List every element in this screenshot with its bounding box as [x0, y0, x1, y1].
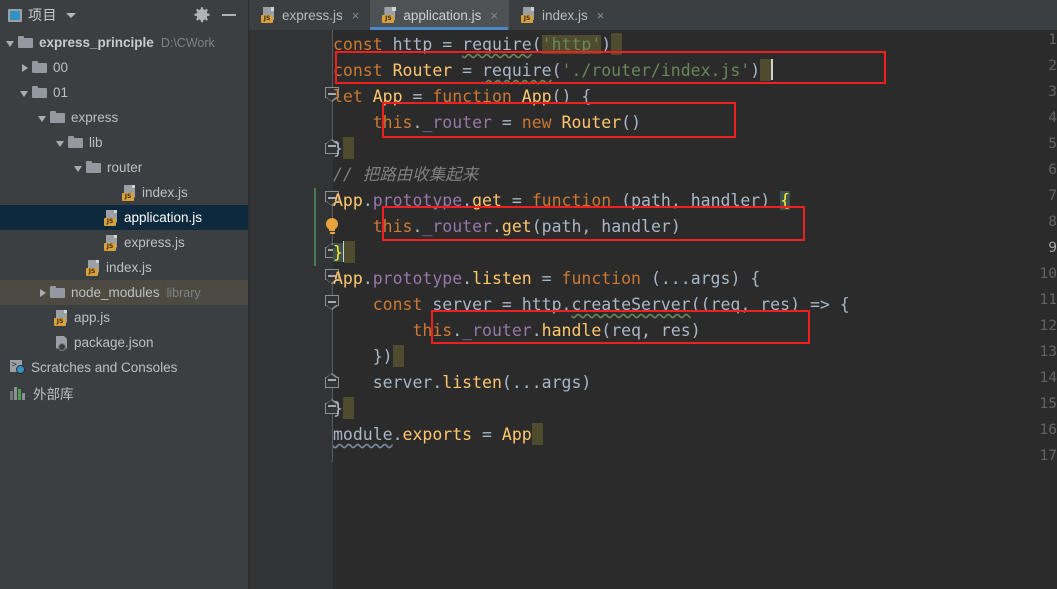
editor-tabs: JS express.js × JS application.js × JS i…: [248, 0, 1057, 30]
tab-label: index.js: [542, 7, 588, 23]
tab-label: application.js: [403, 7, 482, 23]
tree-item-node_modules[interactable]: node_modules library: [0, 280, 248, 305]
tree-item-label: 00: [53, 60, 69, 75]
tree-item-label: index.js: [142, 185, 188, 200]
scratches-icon: >_: [10, 360, 26, 375]
tab-application-js[interactable]: JS application.js ×: [370, 0, 510, 30]
tree-item-express[interactable]: express: [0, 105, 248, 130]
tree-item-label: express: [71, 110, 119, 125]
tree-item-label: 01: [53, 85, 69, 100]
code-editor[interactable]: 1 2 3 4 5 6 7 8 9 10 11 12 13 14 15 16 1…: [249, 30, 1057, 589]
code-line-11: const server = http.createServer((req, r…: [372, 295, 850, 314]
tab-express-js[interactable]: JS express.js ×: [249, 0, 370, 30]
folder-icon: [50, 286, 66, 299]
folder-icon: [50, 111, 66, 124]
js-file-icon: JS: [54, 309, 69, 326]
project-panel-title: 项目: [28, 7, 57, 23]
tab-index-js[interactable]: JS index.js ×: [509, 0, 615, 30]
code-line-8: this._router.get(path, handler): [372, 217, 681, 236]
tree-item-label: index.js: [106, 260, 152, 275]
tree-item-01[interactable]: 01: [0, 80, 248, 105]
code-line-16: module.exports = App: [333, 422, 1057, 448]
chevron-down-icon[interactable]: [18, 86, 32, 100]
editor-gutter[interactable]: [249, 30, 333, 589]
ide-window: 项目 JS express.js × JS application.js × J…: [0, 0, 1057, 589]
tree-item-lib[interactable]: lib: [0, 130, 248, 155]
tree-item-app-js[interactable]: JS app.js: [0, 305, 248, 330]
chevron-right-icon[interactable]: [18, 61, 32, 75]
code-line-3: let App = function App() {: [333, 87, 592, 106]
tree-item-label: application.js: [124, 210, 203, 225]
js-file-icon: JS: [104, 234, 119, 251]
code-line-10: App.prototype.listen = function (...args…: [333, 269, 761, 288]
tree-item-scratches-and-consoles[interactable]: >_ Scratches and Consoles: [0, 355, 248, 380]
js-file-icon: JS: [122, 184, 137, 201]
js-file-icon: JS: [86, 259, 101, 276]
tree-item-external-libraries[interactable]: 外部库: [0, 380, 248, 405]
js-file-icon: JS: [104, 209, 119, 226]
project-tree: express_principle D:\CWork 00 01 express: [0, 30, 249, 589]
code-line-5: }: [333, 136, 1057, 162]
tree-item-label: Scratches and Consoles: [31, 360, 178, 375]
top-strip: 项目 JS express.js × JS application.js × J…: [0, 0, 1057, 30]
json-file-icon: [54, 335, 69, 351]
tree-item-label: node_modules: [71, 285, 160, 300]
chevron-down-icon[interactable]: [54, 136, 68, 150]
project-panel-header: 项目: [0, 0, 248, 30]
code-line-14: server.listen(...args): [372, 373, 592, 392]
tree-item-badge: library: [166, 285, 201, 300]
tree-item-router[interactable]: router: [0, 155, 248, 180]
code-line-9: }: [333, 240, 1057, 266]
tree-item-label: express_principle: [39, 35, 154, 50]
folder-icon: [68, 136, 84, 149]
code-line-7: App.prototype.get = function (path, hand…: [333, 191, 791, 210]
code-text-area[interactable]: const http = require('http') const Route…: [333, 30, 1057, 589]
js-file-icon: JS: [521, 7, 536, 23]
folder-icon: [86, 161, 102, 174]
tree-item-express_principle[interactable]: express_principle D:\CWork: [0, 30, 248, 55]
folder-icon: [18, 36, 34, 49]
gear-icon[interactable]: [192, 5, 212, 25]
close-icon[interactable]: ×: [352, 9, 360, 22]
code-line-15: }: [333, 396, 1057, 422]
tab-label: express.js: [282, 7, 343, 23]
tree-item-application-js[interactable]: JS application.js: [0, 205, 248, 230]
code-line-12: this._router.handle(req, res): [412, 321, 701, 340]
chevron-right-icon[interactable]: [36, 286, 50, 300]
ide-body: express_principle D:\CWork 00 01 express: [0, 30, 1057, 589]
project-icon: [8, 8, 22, 22]
tree-item-router-index-js[interactable]: JS index.js: [0, 180, 248, 205]
tree-item-label: lib: [89, 135, 103, 150]
close-icon[interactable]: ×: [597, 9, 605, 22]
external-libraries-icon: [10, 386, 28, 400]
minimize-icon[interactable]: [222, 14, 236, 16]
tree-item-path: D:\CWork: [160, 35, 215, 50]
chevron-down-icon[interactable]: [36, 111, 50, 125]
folder-icon: [32, 86, 48, 99]
close-icon[interactable]: ×: [490, 9, 498, 22]
chevron-down-icon[interactable]: [4, 36, 18, 50]
js-file-icon: JS: [261, 7, 276, 23]
chevron-down-icon[interactable]: [66, 12, 76, 18]
folder-icon: [32, 61, 48, 74]
tree-item-express-js[interactable]: JS express.js: [0, 230, 248, 255]
code-line-13: }): [333, 344, 1057, 370]
code-line-1: const http = require('http'): [333, 32, 1057, 58]
tree-item-label: package.json: [74, 335, 154, 350]
tree-item-label: router: [107, 160, 143, 175]
tree-item-label: express.js: [124, 235, 185, 250]
tree-item-00[interactable]: 00: [0, 55, 248, 80]
code-line-6: // 把路由收集起来: [333, 165, 479, 184]
tree-item-lib-index-js[interactable]: JS index.js: [0, 255, 248, 280]
chevron-down-icon[interactable]: [72, 161, 86, 175]
code-line-2: const Router = require('./router/index.j…: [333, 58, 1057, 84]
tree-item-package-json[interactable]: package.json: [0, 330, 248, 355]
tree-item-label: app.js: [74, 310, 111, 325]
vcs-change-marker[interactable]: [314, 188, 316, 266]
tree-item-label: 外部库: [33, 386, 74, 402]
js-file-icon: JS: [382, 7, 397, 23]
code-line-4: this._router = new Router(): [372, 113, 642, 132]
